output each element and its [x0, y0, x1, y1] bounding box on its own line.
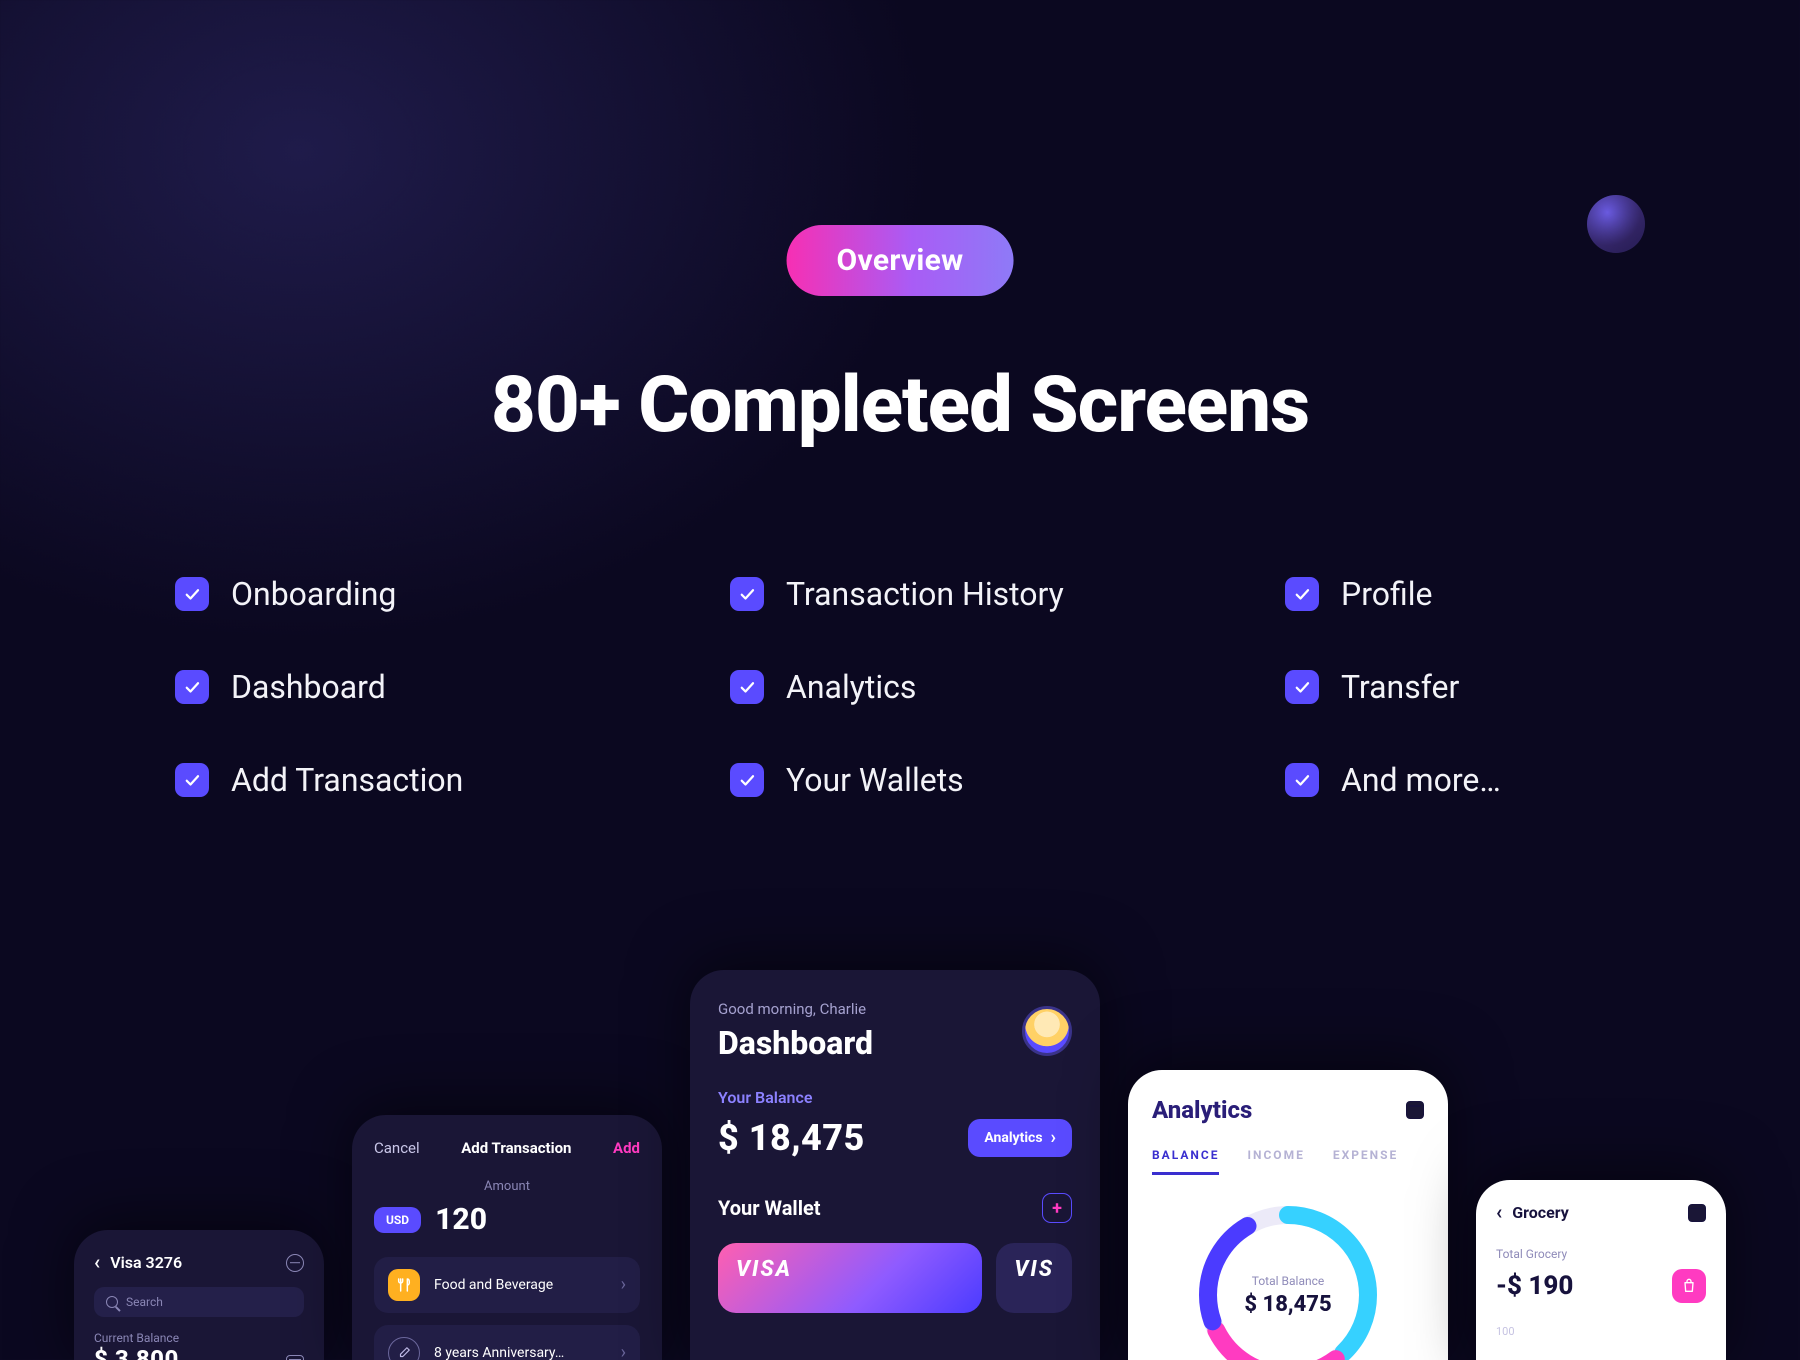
calendar-icon[interactable]: [1688, 1204, 1706, 1222]
feature-label: Analytics: [786, 668, 916, 706]
phone-mockups-row: Visa 3276 Search Current Balance $ 3,800…: [0, 970, 1800, 1360]
wallet-card-secondary[interactable]: VIS: [996, 1243, 1072, 1313]
feature-your-wallets: Your Wallets: [730, 761, 1285, 799]
balance-value: $ 3,800: [94, 1345, 179, 1360]
options-icon[interactable]: [286, 1254, 304, 1272]
chevron-right-icon: [621, 1276, 626, 1294]
feature-transfer: Transfer: [1285, 668, 1680, 706]
chevron-left-icon[interactable]: [1496, 1202, 1502, 1223]
feature-label: And more…: [1341, 761, 1501, 799]
shopping-bag-icon: [1672, 1269, 1706, 1303]
category-row-food[interactable]: Food and Beverage: [374, 1257, 640, 1313]
feature-onboarding: Onboarding: [175, 575, 730, 613]
edit-icon: [388, 1337, 420, 1360]
feature-label: Profile: [1341, 575, 1432, 613]
feature-label: Transaction History: [786, 575, 1064, 613]
feature-profile: Profile: [1285, 575, 1680, 613]
chevron-right-icon: [1051, 1129, 1056, 1147]
greeting-text: Good morning, Charlie: [718, 1000, 873, 1018]
wallet-label: Your Wallet: [718, 1196, 821, 1220]
check-icon: [175, 670, 209, 704]
card-brand: VISA: [736, 1257, 792, 1282]
tab-balance[interactable]: BALANCE: [1152, 1148, 1219, 1175]
screen-title: Grocery: [1512, 1203, 1569, 1222]
page-title: 80+ Completed Screens: [491, 360, 1309, 451]
total-value: -$ 190: [1496, 1271, 1573, 1301]
check-icon: [730, 670, 764, 704]
phone-add-transaction: Cancel Add Transaction Add Amount USD 12…: [352, 1115, 662, 1360]
donut-label: Total Balance: [1252, 1274, 1325, 1288]
phone-grocery: Grocery Total Grocery -$ 190 100: [1476, 1180, 1726, 1360]
feature-dashboard: Dashboard: [175, 668, 730, 706]
screen-title: Analytics: [1152, 1096, 1252, 1124]
balance-label: Current Balance: [94, 1331, 179, 1345]
category-row-note[interactable]: 8 years Anniversary…: [374, 1325, 640, 1360]
feature-label: Dashboard: [231, 668, 386, 706]
decorative-sphere: [1587, 195, 1645, 253]
amount-value[interactable]: 120: [435, 1202, 487, 1237]
chevron-left-icon[interactable]: [94, 1252, 100, 1273]
donut-value: $ 18,475: [1244, 1292, 1331, 1317]
analytics-button-label: Analytics: [984, 1130, 1042, 1146]
feature-label: Add Transaction: [231, 761, 463, 799]
screen-title: Add Transaction: [461, 1139, 571, 1157]
screen-title: Dashboard: [718, 1024, 873, 1062]
food-icon: [388, 1269, 420, 1301]
phone-visa-detail: Visa 3276 Search Current Balance $ 3,800…: [74, 1230, 324, 1360]
card-title: Visa 3276: [110, 1253, 182, 1272]
search-icon: [106, 1296, 118, 1308]
feature-and-more: And more…: [1285, 761, 1680, 799]
add-button[interactable]: Add: [613, 1139, 640, 1157]
check-icon: [730, 763, 764, 797]
amount-label: Amount: [374, 1179, 640, 1194]
feature-list: Onboarding Transaction History Profile D…: [175, 575, 1680, 799]
avatar[interactable]: [1022, 1006, 1072, 1056]
feature-transaction-history: Transaction History: [730, 575, 1285, 613]
donut-chart: Total Balance $ 18,475: [1188, 1195, 1388, 1360]
add-wallet-button[interactable]: +: [1042, 1193, 1072, 1223]
phone-analytics: Analytics BALANCE INCOME EXPENSE Total B…: [1128, 1070, 1448, 1360]
balance-label: Your Balance: [718, 1088, 1072, 1107]
chart-axis-tick: 100: [1496, 1325, 1706, 1338]
feature-label: Your Wallets: [786, 761, 964, 799]
overview-pill-label: Overview: [837, 243, 964, 278]
check-icon: [175, 577, 209, 611]
card-brand: VIS: [1014, 1257, 1054, 1282]
category-label: Food and Beverage: [434, 1277, 553, 1293]
check-icon: [175, 763, 209, 797]
check-icon: [1285, 670, 1319, 704]
analytics-button[interactable]: Analytics: [968, 1119, 1072, 1157]
tab-expense[interactable]: EXPENSE: [1333, 1148, 1398, 1175]
total-label: Total Grocery: [1496, 1247, 1706, 1261]
feature-label: Onboarding: [231, 575, 396, 613]
feature-label: Transfer: [1341, 668, 1459, 706]
wallet-card-primary[interactable]: VISA: [718, 1243, 982, 1313]
overview-pill: Overview: [787, 225, 1014, 296]
phone-dashboard: Good morning, Charlie Dashboard Your Bal…: [690, 970, 1100, 1360]
feature-analytics: Analytics: [730, 668, 1285, 706]
chevron-right-icon: [621, 1344, 626, 1360]
feature-add-transaction: Add Transaction: [175, 761, 730, 799]
cancel-button[interactable]: Cancel: [374, 1139, 420, 1157]
check-icon: [1285, 577, 1319, 611]
search-input[interactable]: Search: [94, 1287, 304, 1317]
tab-income[interactable]: INCOME: [1247, 1148, 1304, 1175]
check-icon: [730, 577, 764, 611]
currency-badge[interactable]: USD: [374, 1207, 421, 1233]
balance-value: $ 18,475: [718, 1117, 865, 1159]
calendar-icon[interactable]: [1406, 1101, 1424, 1119]
calendar-icon[interactable]: [286, 1355, 304, 1360]
search-placeholder: Search: [126, 1295, 163, 1309]
note-label: 8 years Anniversary…: [434, 1345, 564, 1360]
check-icon: [1285, 763, 1319, 797]
